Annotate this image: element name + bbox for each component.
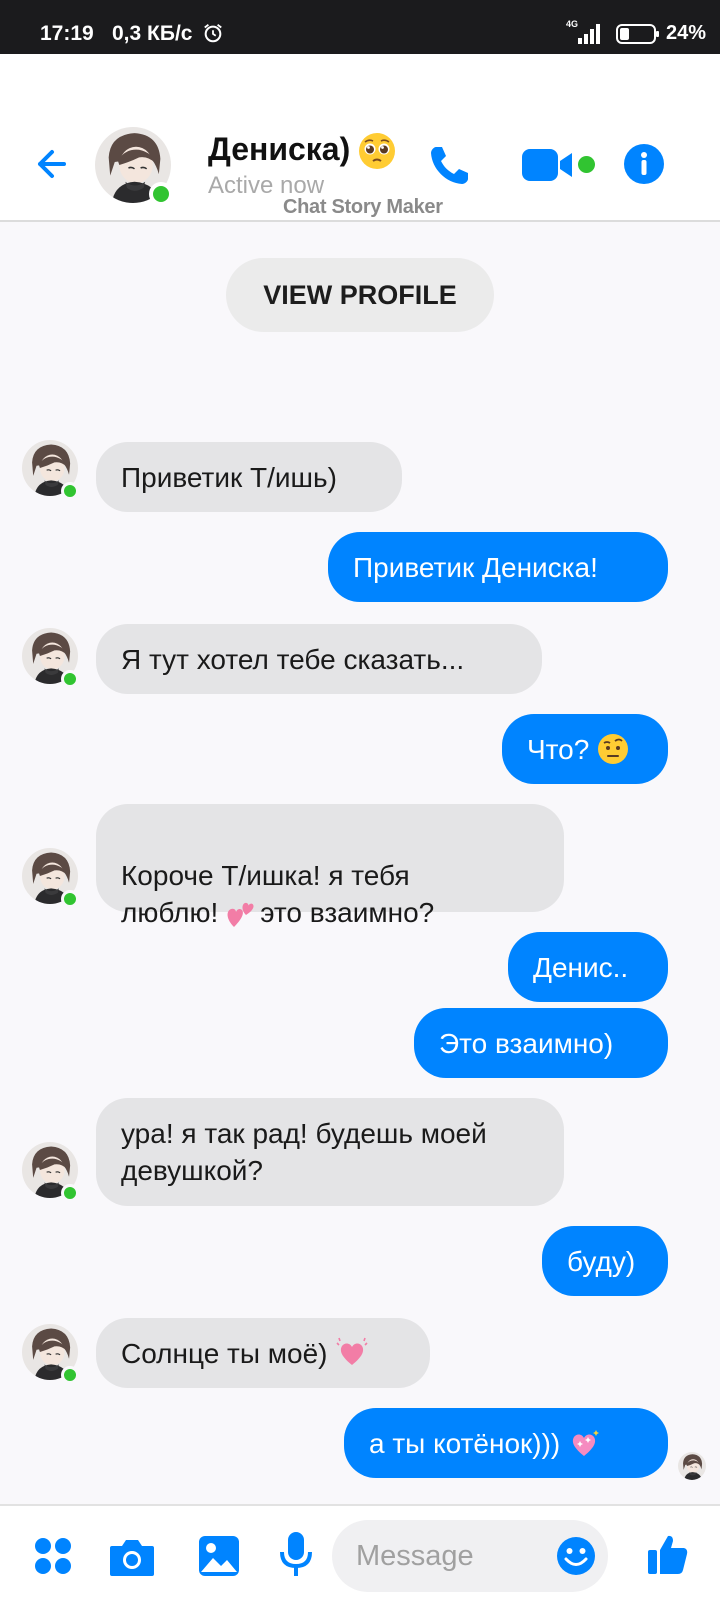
pleading-face-emoji-icon [359, 133, 395, 169]
battery-percent: 24% [666, 22, 707, 44]
alarm-icon [204, 24, 222, 43]
watermark: Chat Story Maker [283, 196, 443, 218]
outgoing-message[interactable]: а ты котёнок))) [344, 1408, 668, 1478]
signal-icon: 4G [566, 19, 600, 44]
camera-icon[interactable] [108, 1536, 156, 1578]
online-indicator [61, 890, 79, 908]
gallery-icon[interactable] [197, 1534, 241, 1578]
incoming-message[interactable]: Солнце ты моё) [96, 1318, 430, 1388]
message-text: ура! я так рад! будешь моей девушкой? [121, 1118, 487, 1186]
incoming-message[interactable]: Я тут хотел тебе сказать... [96, 624, 542, 694]
battery-icon [616, 24, 659, 44]
message-text: буду) [567, 1245, 636, 1277]
message-text: Приветик Т/ишь) [121, 461, 337, 493]
message-text: а ты котёнок))) [369, 1427, 561, 1459]
message-text: Солнце ты моё) [121, 1337, 328, 1369]
message-text: Приветик Дениска! [353, 551, 598, 583]
phone-icon[interactable] [426, 141, 474, 189]
video-camera-icon[interactable] [520, 145, 580, 185]
chat-header: Дениска) Active now Chat Story Maker [0, 54, 720, 222]
online-indicator [61, 670, 79, 688]
message-text: Что? [527, 733, 590, 765]
message-text: Денис.. [533, 951, 629, 983]
outgoing-message[interactable]: Это взаимно) [414, 1008, 668, 1078]
seen-receipt-avatar [678, 1452, 706, 1480]
view-profile-button[interactable]: VIEW PROFILE [226, 258, 494, 332]
online-indicator [61, 1184, 79, 1202]
back-arrow-icon[interactable] [30, 144, 70, 184]
outgoing-message[interactable]: Что? [502, 714, 668, 784]
online-indicator [149, 182, 173, 206]
composer-bar [0, 1504, 720, 1600]
status-network-speed: 0,3 КБ/с [112, 22, 193, 45]
info-icon[interactable] [622, 142, 666, 186]
status-time: 17:19 [40, 22, 94, 45]
status-bar: 17:19 0,3 КБ/с 4G 24% [0, 0, 720, 54]
online-indicator [61, 1366, 79, 1384]
incoming-message[interactable]: ура! я так рад! будешь моей девушкой? [96, 1098, 564, 1206]
face-with-raised-eyebrow-emoji-icon [598, 734, 629, 764]
growing-heart-emoji-icon [335, 1337, 368, 1365]
contact-name[interactable]: Дениска) [208, 131, 350, 168]
microphone-icon[interactable] [279, 1530, 313, 1580]
menu-dots-icon[interactable] [34, 1537, 72, 1575]
thumbs-up-icon[interactable] [646, 1532, 690, 1576]
outgoing-message[interactable]: Приветик Дениска! [328, 532, 668, 602]
outgoing-message[interactable]: Денис.. [508, 932, 668, 1002]
message-text-part2: это взаимно? [260, 897, 435, 928]
video-online-dot [578, 156, 595, 173]
message-text: Я тут хотел тебе сказать... [121, 643, 465, 675]
message-text: Это взаимно) [439, 1027, 614, 1059]
online-indicator [61, 482, 79, 500]
incoming-message[interactable]: Приветик Т/ишь) [96, 442, 402, 512]
smile-icon[interactable] [556, 1536, 596, 1576]
two-hearts-emoji-icon [227, 902, 254, 927]
incoming-message[interactable]: Короче Т/ишка! я тебя люблю! это взаимно… [96, 804, 564, 928]
network-type-label: 4G [566, 19, 578, 29]
sparkling-heart-emoji-icon [573, 1430, 600, 1456]
outgoing-message[interactable]: буду) [542, 1226, 668, 1296]
